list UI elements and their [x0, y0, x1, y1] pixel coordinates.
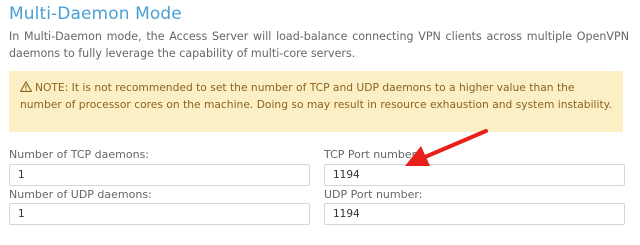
warning-icon [20, 81, 32, 92]
tcp-daemons-input[interactable] [9, 164, 310, 186]
tcp-port-input[interactable] [324, 164, 625, 186]
multi-daemon-settings-panel: Multi-Daemon Mode In Multi-Daemon mode, … [0, 0, 640, 245]
warning-note: NOTE: It is not recommended to set the n… [9, 71, 623, 132]
udp-port-label: UDP Port number: [324, 188, 423, 201]
udp-daemons-label: Number of UDP daemons: [9, 188, 152, 201]
warning-note-text: NOTE: It is not recommended to set the n… [20, 81, 612, 111]
tcp-port-label: TCP Port number: [324, 148, 420, 161]
udp-port-input[interactable] [324, 203, 625, 225]
udp-daemons-input[interactable] [9, 203, 310, 225]
warning-note-content: NOTE: It is not recommended to set the n… [20, 79, 615, 113]
tcp-daemons-label: Number of TCP daemons: [9, 148, 150, 161]
section-title: Multi-Daemon Mode [9, 4, 182, 24]
section-description: In Multi-Daemon mode, the Access Server … [9, 30, 629, 60]
